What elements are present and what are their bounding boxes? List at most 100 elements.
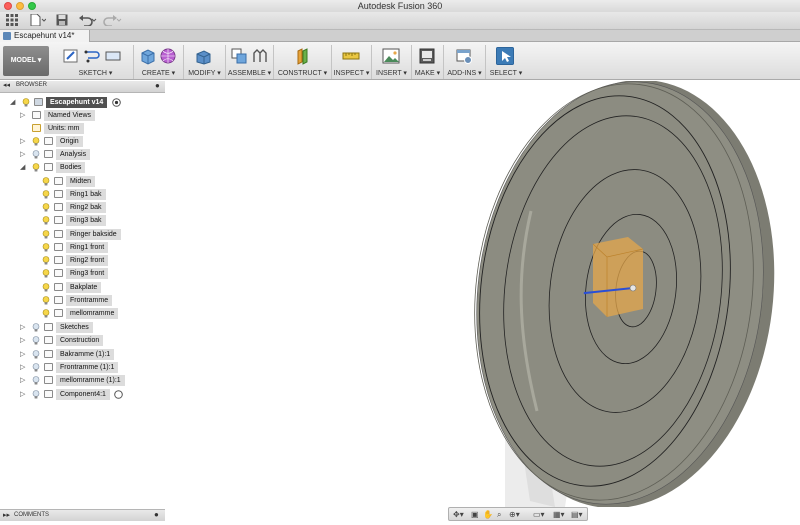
visibility-bulb-icon[interactable] bbox=[42, 243, 50, 252]
save-icon[interactable] bbox=[56, 14, 68, 28]
insert-image-icon[interactable] bbox=[382, 47, 400, 65]
tree-item-body[interactable]: Midten bbox=[0, 176, 170, 187]
line-tool-icon[interactable] bbox=[83, 47, 101, 65]
expand-arrow-icon[interactable]: ▷ bbox=[20, 151, 26, 158]
browser-pin-icon[interactable]: ● bbox=[155, 81, 160, 90]
tree-item-component[interactable]: ▷ Frontramme (1):1 bbox=[0, 362, 170, 373]
undo-icon[interactable] bbox=[78, 14, 98, 28]
scripts-addins-icon[interactable] bbox=[455, 47, 473, 65]
tree-item-body[interactable]: Ring2 front bbox=[0, 255, 170, 266]
visibility-bulb-icon[interactable] bbox=[42, 309, 50, 318]
expand-arrow-icon[interactable]: ▷ bbox=[20, 391, 26, 398]
select-group[interactable]: SELECT ▾ bbox=[486, 45, 526, 79]
tree-item-named-views[interactable]: ▷ Named Views bbox=[0, 110, 170, 121]
tree-item-sketches[interactable]: ▷ Sketches bbox=[0, 322, 170, 333]
document-tab[interactable]: Escapehunt v14* bbox=[0, 30, 90, 42]
tree-item-body[interactable]: Ring3 bak bbox=[0, 215, 170, 226]
tree-item-body[interactable]: Frontramme bbox=[0, 295, 170, 306]
file-menu-icon[interactable] bbox=[30, 13, 47, 28]
expand-arrow-icon[interactable]: ▷ bbox=[20, 138, 26, 145]
tree-item-body[interactable]: Bakplate bbox=[0, 282, 170, 293]
rectangle-tool-icon[interactable] bbox=[104, 47, 122, 65]
visibility-bulb-icon[interactable] bbox=[32, 336, 40, 345]
create-box-icon[interactable] bbox=[138, 47, 156, 65]
pan-hand-icon[interactable]: ✋ bbox=[483, 510, 493, 519]
selection-box[interactable] bbox=[593, 237, 643, 317]
press-pull-icon[interactable] bbox=[194, 47, 212, 65]
visibility-bulb-icon[interactable] bbox=[42, 256, 50, 265]
inspect-group[interactable]: INSPECT ▾ bbox=[332, 45, 372, 79]
tree-item-body[interactable]: Ring3 front bbox=[0, 268, 170, 279]
comments-pin-icon[interactable]: ● bbox=[154, 510, 159, 519]
offset-plane-icon[interactable] bbox=[294, 47, 312, 65]
create-group[interactable]: CREATE ▾ bbox=[134, 45, 184, 79]
new-component-icon[interactable] bbox=[230, 47, 248, 65]
viewports-icon[interactable]: ▤▾ bbox=[571, 510, 583, 519]
visibility-bulb-icon[interactable] bbox=[32, 376, 40, 385]
zoom-window-icon[interactable]: ⊕▾ bbox=[509, 510, 520, 519]
visibility-bulb-icon[interactable] bbox=[42, 230, 50, 239]
visibility-bulb-icon[interactable] bbox=[42, 177, 50, 186]
tree-item-bodies[interactable]: ◢ Bodies bbox=[0, 162, 170, 173]
form-sphere-icon[interactable] bbox=[159, 47, 177, 65]
tree-item-body[interactable]: mellomramme bbox=[0, 308, 170, 319]
redo-icon[interactable] bbox=[102, 14, 122, 28]
expand-arrow-icon[interactable]: ▷ bbox=[20, 112, 26, 119]
visibility-bulb-icon[interactable] bbox=[32, 137, 40, 146]
assemble-group[interactable]: ASSEMBLE ▾ bbox=[226, 45, 274, 79]
workspace-switcher[interactable]: MODEL ▾ bbox=[3, 46, 49, 76]
measure-icon[interactable] bbox=[342, 47, 360, 65]
joint-icon[interactable] bbox=[251, 47, 269, 65]
comments-panel-header[interactable]: ▸▸ COMMENTS ● bbox=[0, 509, 165, 521]
visibility-bulb-icon[interactable] bbox=[42, 296, 50, 305]
expand-arrow-icon[interactable]: ▷ bbox=[20, 377, 26, 384]
add-ins-group[interactable]: ADD-INS ▾ bbox=[444, 45, 486, 79]
make-group[interactable]: MAKE ▾ bbox=[412, 45, 444, 79]
apps-grid-icon[interactable] bbox=[6, 14, 18, 28]
visibility-bulb-icon[interactable] bbox=[32, 350, 40, 359]
activate-radio-icon[interactable] bbox=[114, 390, 123, 399]
tree-item-body[interactable]: Ringer bakside bbox=[0, 229, 170, 240]
visibility-bulb-icon[interactable] bbox=[42, 203, 50, 212]
expand-arrow-icon[interactable]: ▷ bbox=[20, 324, 26, 331]
visibility-bulb-icon[interactable] bbox=[42, 216, 50, 225]
display-settings-icon[interactable]: ▭▾ bbox=[533, 510, 545, 519]
tree-item-component[interactable]: ▷ Component4:1 bbox=[0, 389, 170, 400]
select-tool-icon[interactable] bbox=[496, 47, 514, 65]
insert-group[interactable]: INSERT ▾ bbox=[372, 45, 412, 79]
visibility-bulb-icon[interactable] bbox=[32, 363, 40, 372]
expand-arrow-icon[interactable]: ▷ bbox=[20, 364, 26, 371]
tree-item-construction[interactable]: ▷ Construction bbox=[0, 335, 170, 346]
expand-comments-icon[interactable]: ▸▸ bbox=[3, 511, 10, 519]
collapse-arrow-icon[interactable]: ◢ bbox=[10, 99, 16, 106]
3d-print-icon[interactable] bbox=[418, 47, 436, 65]
expand-arrow-icon[interactable]: ▷ bbox=[20, 337, 26, 344]
modify-group[interactable]: MODIFY ▾ bbox=[184, 45, 226, 79]
zoom-icon[interactable]: ⌕ bbox=[497, 510, 501, 519]
visibility-bulb-icon[interactable] bbox=[32, 150, 40, 159]
collapse-arrow-icon[interactable]: ◢ bbox=[20, 164, 26, 171]
visibility-bulb-icon[interactable] bbox=[32, 163, 40, 172]
viewport-canvas[interactable] bbox=[165, 81, 800, 507]
sketch-group[interactable]: SKETCH ▾ bbox=[58, 45, 134, 79]
visibility-bulb-icon[interactable] bbox=[22, 98, 30, 107]
tree-item-component[interactable]: ▷ mellomramme (1):1 bbox=[0, 375, 170, 386]
visibility-bulb-icon[interactable] bbox=[42, 269, 50, 278]
visibility-bulb-icon[interactable] bbox=[42, 190, 50, 199]
grid-snap-icon[interactable]: ▦▾ bbox=[553, 510, 565, 519]
tree-item-body[interactable]: Ring1 bak bbox=[0, 189, 170, 200]
3d-viewport[interactable] bbox=[165, 81, 800, 507]
create-sketch-icon[interactable] bbox=[62, 47, 80, 65]
tree-root[interactable]: ◢ Escapehunt v14 bbox=[0, 97, 170, 108]
collapse-browser-icon[interactable]: ◂◂ bbox=[3, 81, 10, 89]
tree-item-body[interactable]: Ring1 front bbox=[0, 242, 170, 253]
expand-arrow-icon[interactable]: ▷ bbox=[20, 351, 26, 358]
visibility-bulb-icon[interactable] bbox=[32, 323, 40, 332]
tree-item-origin[interactable]: ▷ Origin bbox=[0, 136, 170, 147]
tree-item-units[interactable]: Units: mm bbox=[0, 123, 170, 134]
tree-item-analysis[interactable]: ▷ Analysis bbox=[0, 149, 170, 160]
construct-group[interactable]: CONSTRUCT ▾ bbox=[274, 45, 332, 79]
orbit-icon[interactable]: ✥▾ bbox=[453, 510, 464, 519]
activate-radio-icon[interactable] bbox=[112, 98, 121, 107]
visibility-bulb-icon[interactable] bbox=[32, 390, 40, 399]
